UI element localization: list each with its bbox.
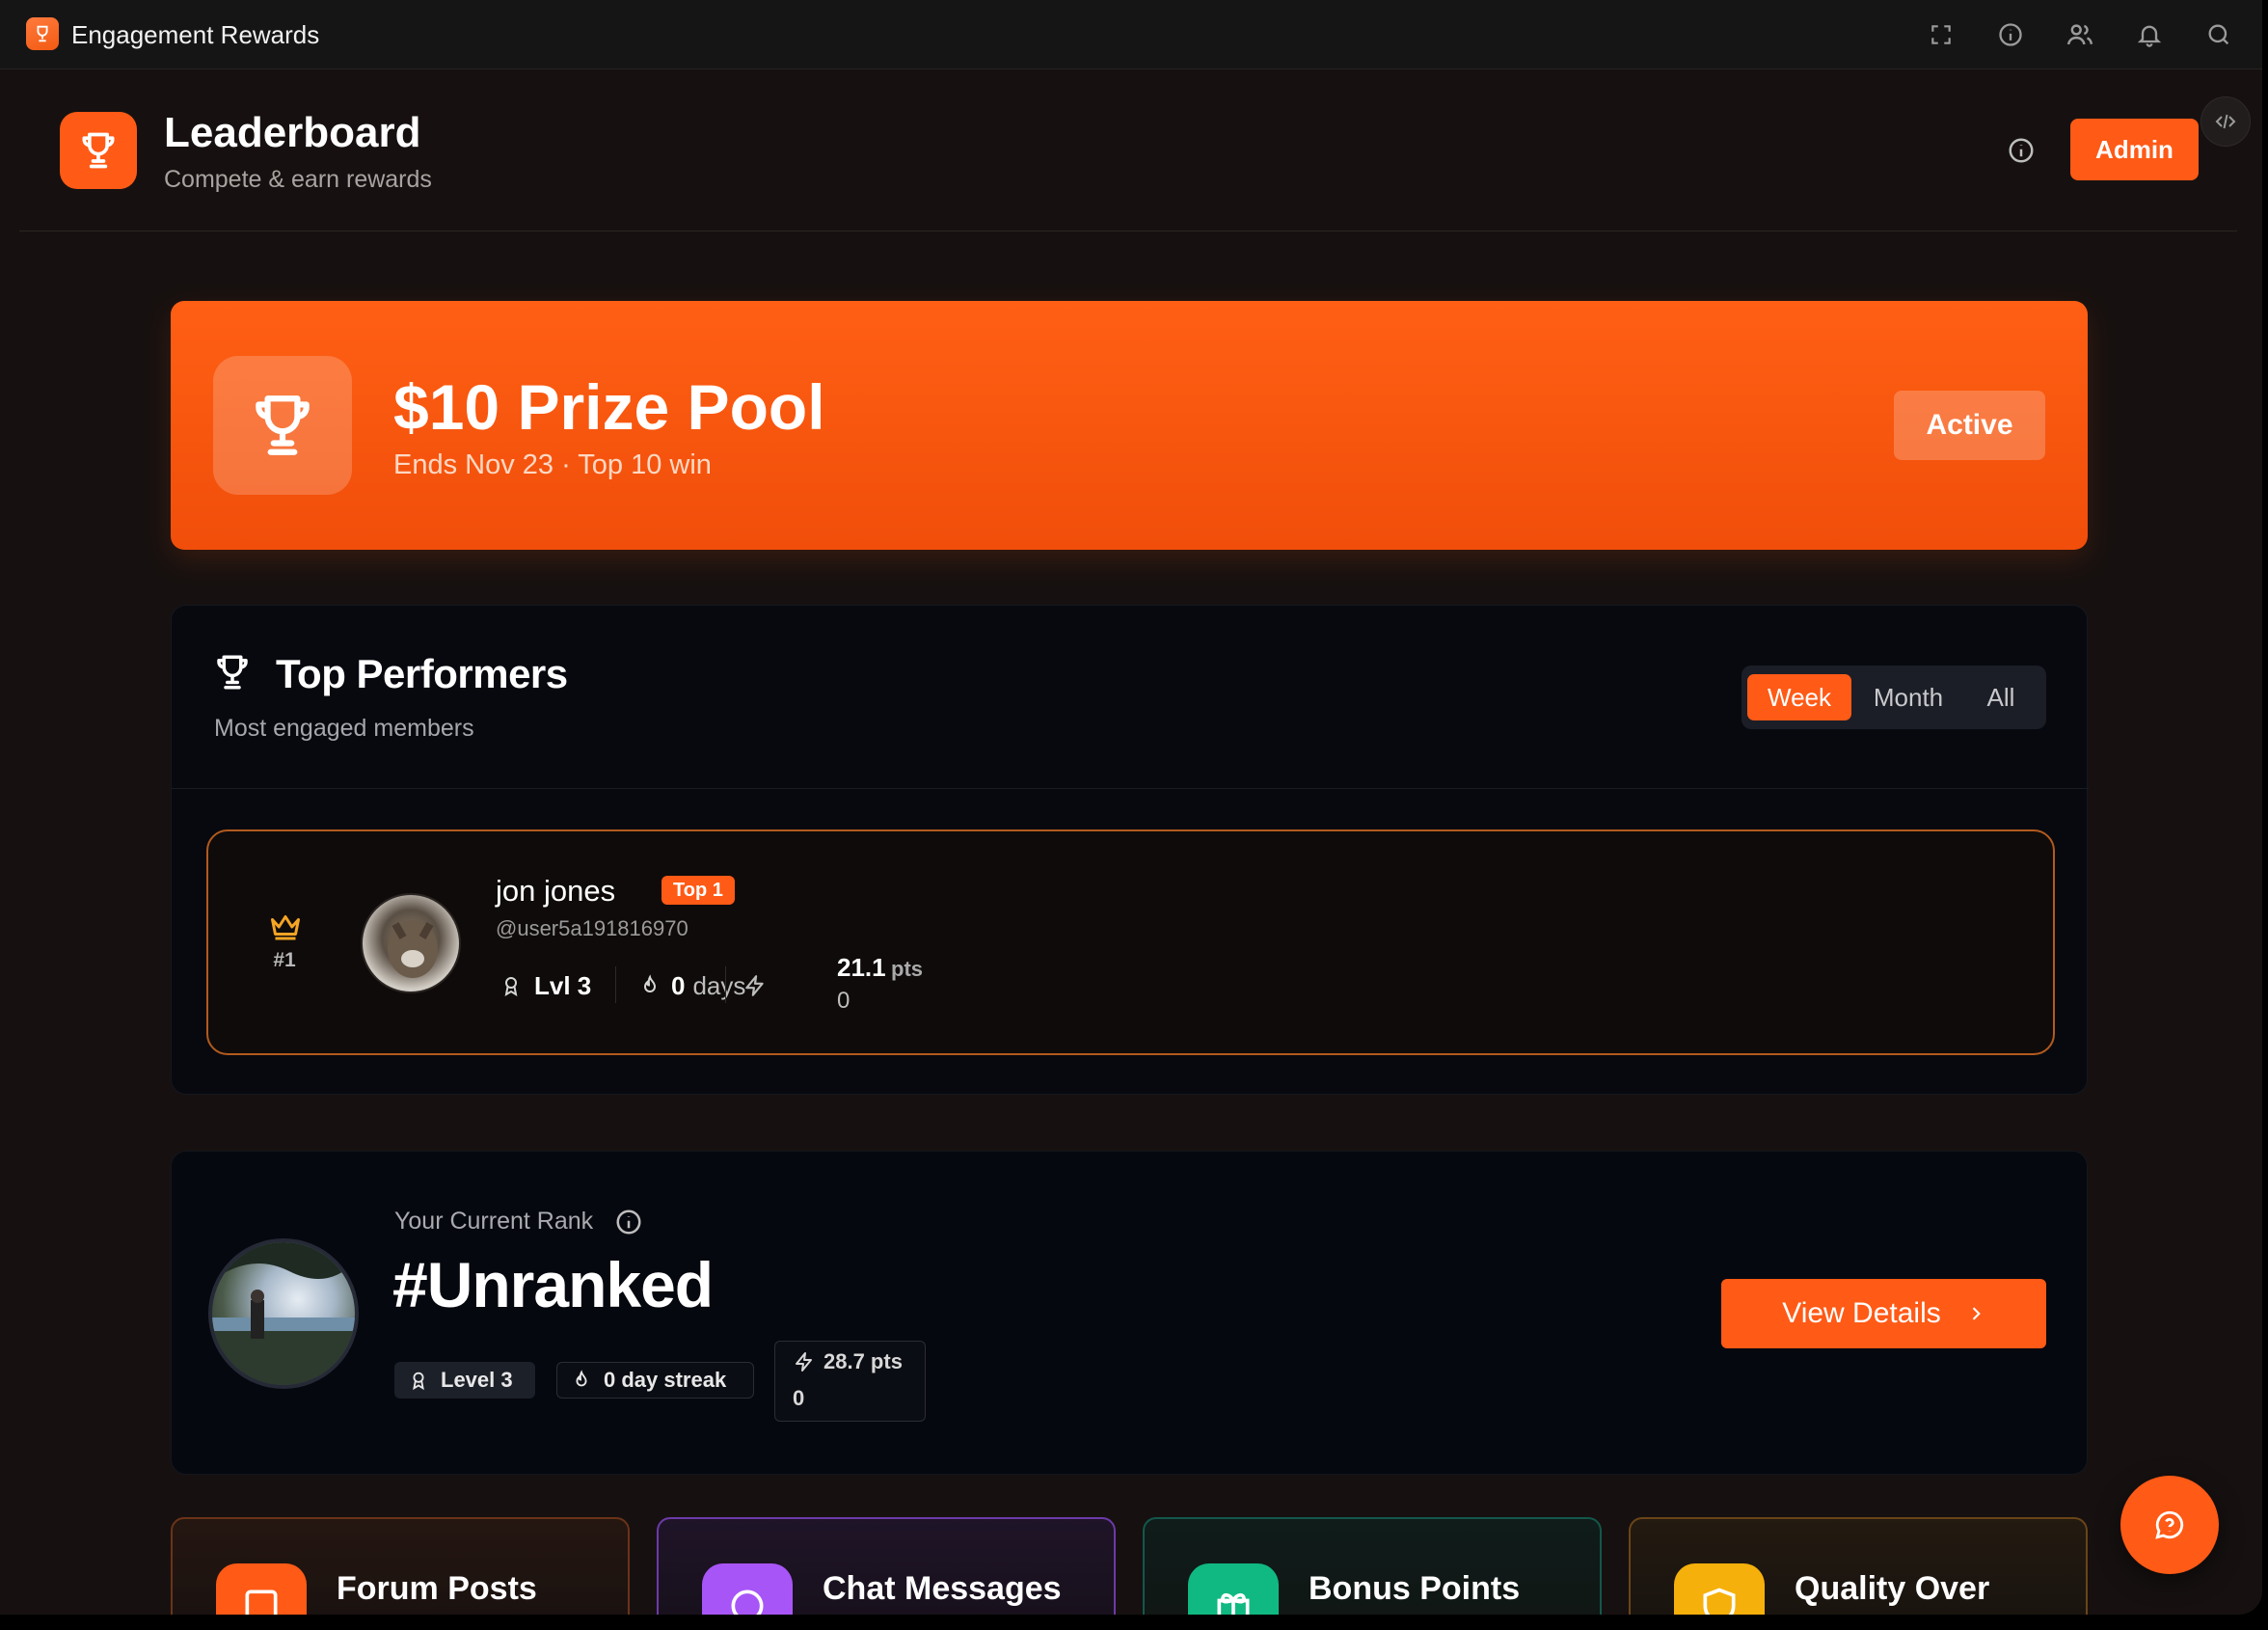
view-details-button[interactable]: View Details: [1721, 1279, 2046, 1348]
chevron-right-icon: [1972, 1307, 1981, 1320]
bolt-icon: [745, 975, 764, 996]
app-logo-icon: [26, 17, 59, 50]
points-extra: 0: [793, 1386, 805, 1410]
category-title: Quality Over: [1795, 1570, 1990, 1607]
flame-icon: [643, 974, 657, 992]
points-stat: [742, 966, 768, 1005]
rank-value: #Unranked: [392, 1249, 714, 1320]
status-badge: Active: [1894, 391, 2045, 460]
fullscreen-icon[interactable]: [1926, 19, 1957, 50]
streak-badge: 0 day streak: [556, 1362, 754, 1399]
streak-unit: days: [692, 970, 746, 1000]
points-unit: pts: [891, 957, 923, 981]
rank-label: Your Current Rank: [394, 1208, 594, 1235]
tab-month[interactable]: Month: [1851, 674, 1965, 720]
divider: [725, 966, 726, 1003]
level-badge: Level 3: [394, 1362, 535, 1399]
info-icon[interactable]: [1995, 19, 2026, 50]
page-subtitle: Compete & earn rewards: [164, 166, 432, 193]
gift-icon: [1188, 1563, 1279, 1615]
avatar: [208, 1238, 359, 1389]
code-icon[interactable]: [2200, 96, 2251, 147]
users-icon[interactable]: [2065, 19, 2095, 50]
info-icon[interactable]: [2004, 133, 2038, 168]
trophy-icon: [213, 356, 352, 495]
section-title: Top Performers: [276, 651, 568, 696]
category-title: Forum Posts: [337, 1570, 537, 1607]
level-label: Lvl 3: [534, 970, 592, 1000]
member-name: jon jones: [496, 874, 616, 908]
page-title: Leaderboard: [164, 109, 421, 156]
top-performers-header: Top Performers Most engaged members Week…: [172, 606, 2089, 789]
info-icon[interactable]: [614, 1208, 643, 1236]
member-handle: @user5a191816970: [496, 916, 688, 940]
avatar: [361, 893, 461, 993]
category-card-bonus[interactable]: Bonus Points: [1143, 1517, 1602, 1615]
app-title: Engagement Rewards: [71, 20, 320, 49]
points-extra: 0: [837, 988, 850, 1014]
streak-stat: 0 days: [638, 966, 745, 1005]
points-badge: 28.7 pts 0: [774, 1341, 926, 1422]
crown-icon: [268, 912, 303, 941]
streak-value: 0: [671, 970, 686, 1000]
help-chat-icon: [2155, 1510, 2184, 1539]
category-card-quality[interactable]: Quality Over: [1629, 1517, 2088, 1615]
tab-all[interactable]: All: [1965, 674, 2037, 720]
points-text: 28.7 pts: [824, 1349, 903, 1373]
level-stat: Lvl 3: [500, 966, 599, 1005]
trophy-icon: [212, 652, 253, 693]
prize-title: $10 Prize Pool: [393, 371, 825, 443]
prize-subtitle: Ends Nov 23 · Top 10 win: [393, 449, 712, 480]
title-bar: Engagement Rewards: [0, 0, 2262, 69]
award-icon: [504, 977, 518, 997]
prize-pool-card: $10 Prize Pool Ends Nov 23 · Top 10 win …: [171, 301, 2088, 550]
flame-icon: [576, 1370, 587, 1387]
bell-icon[interactable]: [2134, 19, 2165, 50]
points-row: 28.7 pts: [793, 1349, 903, 1374]
top-performers-panel: Top Performers Most engaged members Week…: [171, 605, 2089, 1095]
category-title: Chat Messages: [823, 1570, 1062, 1607]
tab-week[interactable]: Week: [1747, 674, 1851, 720]
current-rank-panel: Your Current Rank #Unranked Level 3 0 da…: [171, 1151, 2088, 1475]
streak-text: 0 day streak: [604, 1368, 727, 1392]
award-icon: [413, 1372, 424, 1391]
category-card-chat[interactable]: Chat Messages: [657, 1517, 1116, 1615]
points-value: 21.1: [837, 953, 886, 982]
view-details-label: View Details: [1782, 1297, 1941, 1329]
chat-icon: [702, 1563, 793, 1615]
section-subtitle: Most engaged members: [214, 715, 474, 742]
search-icon[interactable]: [2203, 19, 2234, 50]
rank-number: #1: [273, 949, 296, 971]
category-title: Bonus Points: [1309, 1570, 1521, 1607]
app-window: Engagement Rewards Leaderboard Compete &…: [0, 0, 2262, 1615]
level-text: Level 3: [441, 1368, 513, 1392]
admin-button[interactable]: Admin: [2070, 119, 2199, 180]
leaderboard-row[interactable]: #1 jon jones Top 1 @user5a191816970 Lvl …: [206, 829, 2055, 1055]
rank-badge: Top 1: [662, 876, 735, 905]
bolt-icon: [796, 1352, 812, 1372]
page-header: Leaderboard Compete & earn rewards Admin: [19, 69, 2251, 231]
divider: [615, 966, 616, 1003]
trophy-icon: [60, 112, 137, 189]
forum-icon: [216, 1563, 307, 1615]
shield-icon: [1674, 1563, 1765, 1615]
period-tabs: Week Month All: [1742, 666, 2046, 729]
help-chat-button[interactable]: [2120, 1476, 2219, 1574]
category-card-forum[interactable]: Forum Posts: [171, 1517, 630, 1615]
